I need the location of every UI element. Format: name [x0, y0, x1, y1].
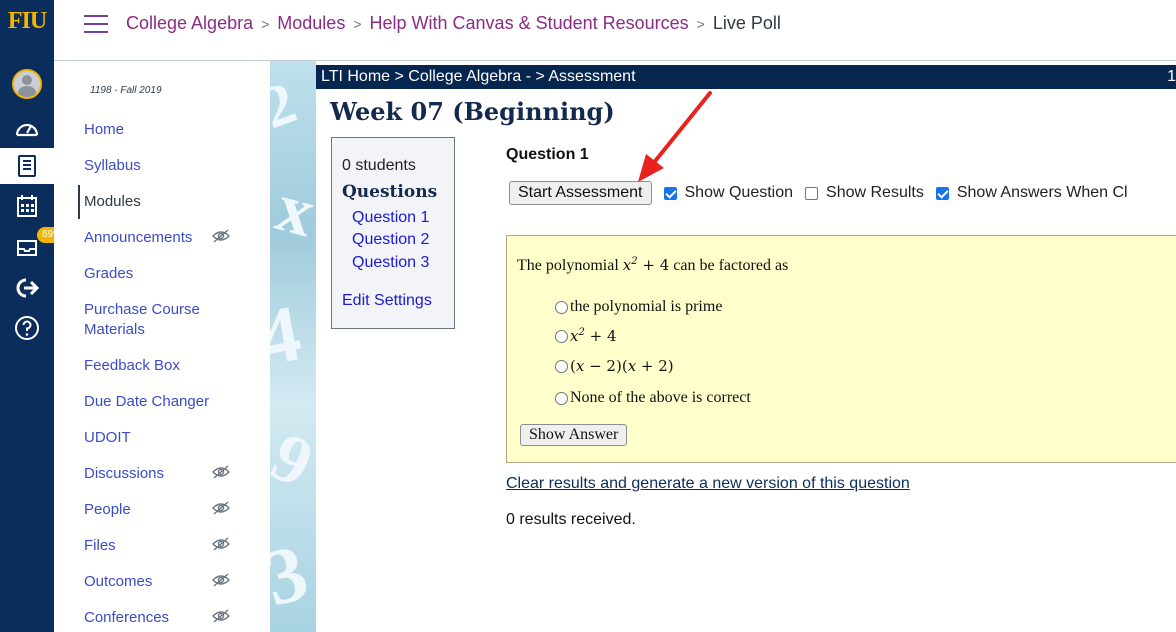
- choice-radio[interactable]: [555, 329, 568, 343]
- header-bar: College Algebra > Modules > Help With Canvas…: [54, 0, 1176, 61]
- breadcrumb-modules[interactable]: Modules: [277, 13, 345, 33]
- choice-math: (x − 2)(x + 2): [570, 357, 674, 375]
- choice-3[interactable]: (x − 2)(x + 2): [555, 357, 674, 375]
- global-nav: FIU 699: [0, 0, 64, 632]
- decorative-math-banner: 2 x 4 9 3: [270, 61, 316, 632]
- hamburger-menu-icon[interactable]: [84, 15, 108, 33]
- questions-heading: Questions: [342, 182, 438, 202]
- course-nav: 1198 - Fall 2019 Home Syllabus Modules A…: [54, 61, 270, 632]
- results-count: 0 results received.: [506, 511, 636, 528]
- show-question-label: Show Question: [684, 184, 794, 201]
- course-nav-grades[interactable]: Grades: [84, 264, 133, 284]
- page-title: Week 07 (Beginning): [330, 97, 615, 126]
- fiu-logo[interactable]: FIU: [0, 8, 54, 35]
- course-nav-home[interactable]: Home: [84, 120, 124, 140]
- course-nav-syllabus[interactable]: Syllabus: [84, 156, 141, 176]
- course-nav-files[interactable]: Files: [84, 536, 116, 556]
- active-indicator: [78, 185, 80, 219]
- choice-radio[interactable]: [555, 300, 568, 314]
- hidden-eye-icon: [212, 465, 230, 479]
- question-sidebar: 0 students Questions Question 1 Question…: [331, 137, 455, 329]
- hidden-eye-icon: [212, 609, 230, 623]
- course-nav-due-date-changer[interactable]: Due Date Changer: [84, 392, 209, 412]
- choice-radio[interactable]: [555, 359, 568, 373]
- course-nav-announcements[interactable]: Announcements: [84, 228, 192, 248]
- show-answer-button[interactable]: Show Answer: [520, 424, 628, 446]
- question-prompt: The polynomial x2 + 4 can be factored as: [517, 256, 788, 275]
- question-title: Question 1: [506, 146, 589, 163]
- student-count: 0 students: [342, 157, 416, 174]
- term-label: 1198 - Fall 2019: [90, 85, 162, 96]
- choice-4[interactable]: None of the above is correct: [555, 389, 751, 407]
- breadcrumb: College Algebra > Modules > Help With Canvas…: [126, 13, 781, 34]
- edit-settings-link[interactable]: Edit Settings: [342, 292, 432, 310]
- breadcrumb-current: Live Poll: [712, 13, 781, 33]
- breadcrumb-college-algebra[interactable]: College Algebra: [126, 13, 253, 33]
- help-icon: [15, 316, 39, 340]
- hidden-eye-icon: [212, 229, 230, 243]
- choice-label: the polynomial is prime: [570, 298, 723, 315]
- show-answers-label: Show Answers When Cl: [956, 184, 1128, 201]
- choice-math: x2 + 4: [570, 327, 617, 345]
- prompt-text-after: can be factored as: [673, 257, 789, 274]
- course-nav-purchase-materials[interactable]: Purchase Course Materials: [84, 300, 224, 340]
- breadcrumb-help-resources[interactable]: Help With Canvas & Student Resources: [370, 13, 689, 33]
- course-nav-conferences[interactable]: Conferences: [84, 608, 169, 628]
- choice-radio[interactable]: [555, 391, 568, 405]
- lti-breadcrumb-bar: LTI Home > College Algebra - > Assessmen…: [316, 65, 1176, 89]
- show-answers-checkbox[interactable]: [935, 186, 949, 200]
- hidden-eye-icon: [212, 537, 230, 551]
- lti-breadcrumb[interactable]: LTI Home > College Algebra - > Assessmen…: [321, 68, 636, 85]
- show-results-label: Show Results: [826, 184, 924, 201]
- question-box: The polynomial x2 + 4 can be factored as…: [506, 235, 1176, 463]
- account-button[interactable]: [0, 66, 54, 102]
- lti-bar-edge-text: 1: [1167, 68, 1176, 85]
- show-question-checkbox[interactable]: [663, 186, 677, 200]
- choice-2[interactable]: x2 + 4: [555, 327, 617, 345]
- question-link-2[interactable]: Question 2: [352, 231, 429, 249]
- dashboard-icon: [15, 123, 39, 137]
- start-assessment-button[interactable]: Start Assessment: [509, 181, 652, 205]
- breadcrumb-separator: >: [696, 16, 705, 32]
- hidden-eye-icon: [212, 573, 230, 587]
- avatar: [12, 69, 42, 99]
- inbox-button[interactable]: 699: [0, 226, 64, 266]
- lti-frame: LTI Home > College Algebra - > Assessmen…: [316, 61, 1176, 632]
- hidden-eye-icon: [212, 501, 230, 515]
- choice-1[interactable]: the polynomial is prime: [555, 298, 722, 316]
- prompt-text-before: The polynomial: [517, 257, 619, 274]
- inbox-icon: [17, 239, 37, 256]
- choice-label: None of the above is correct: [570, 389, 751, 406]
- show-results-checkbox[interactable]: [805, 186, 819, 200]
- breadcrumb-separator: >: [353, 16, 362, 32]
- prompt-math: x2 + 4: [622, 256, 670, 274]
- dashboard-button[interactable]: [0, 110, 54, 146]
- course-nav-udoit[interactable]: UDOIT: [84, 428, 131, 448]
- clear-results-link[interactable]: Clear results and generate a new version…: [506, 475, 910, 493]
- breadcrumb-separator: >: [261, 16, 270, 32]
- book-icon: [18, 155, 36, 177]
- question-link-1[interactable]: Question 1: [352, 209, 429, 227]
- course-nav-discussions[interactable]: Discussions: [84, 464, 164, 484]
- help-button[interactable]: [0, 310, 54, 346]
- course-nav-people[interactable]: People: [84, 500, 131, 520]
- course-nav-outcomes[interactable]: Outcomes: [84, 572, 152, 592]
- course-nav-feedback-box[interactable]: Feedback Box: [84, 356, 180, 376]
- course-nav-modules[interactable]: Modules: [84, 192, 141, 212]
- courses-button[interactable]: [0, 148, 54, 184]
- question-link-3[interactable]: Question 3: [352, 254, 429, 272]
- commons-button[interactable]: [0, 270, 54, 306]
- logout-arrow-icon: [16, 278, 40, 298]
- calendar-button[interactable]: [0, 188, 54, 224]
- calendar-icon: [17, 195, 37, 217]
- assessment-controls: Start Assessment Show Question Show Resu…: [509, 181, 1128, 205]
